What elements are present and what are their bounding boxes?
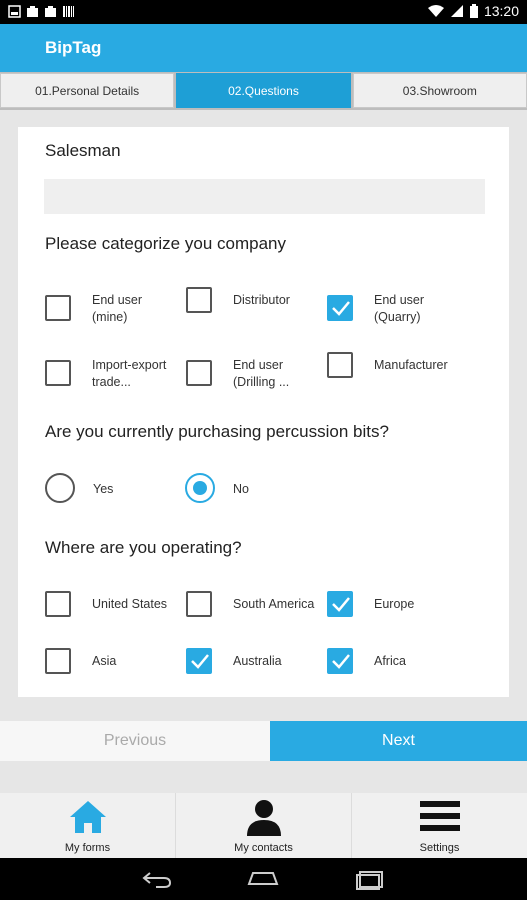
- checkbox-end-user-mine[interactable]: [45, 295, 71, 321]
- bottom-nav: My forms My contacts Settings: [0, 793, 527, 858]
- previous-button[interactable]: Previous: [0, 721, 270, 761]
- option-label: Import-export trade...: [92, 358, 167, 389]
- salesman-input[interactable]: [44, 179, 485, 214]
- option-label: Asia: [92, 654, 117, 668]
- checkbox-manufacturer[interactable]: [327, 352, 353, 378]
- option-label: No: [233, 482, 249, 496]
- checkbox-end-user-quarry[interactable]: [327, 295, 353, 321]
- step-tabs: 01.Personal Details 02.Questions 03.Show…: [0, 72, 527, 110]
- signal-icon: [450, 5, 463, 17]
- checkmark-icon: [332, 301, 350, 316]
- radio-no[interactable]: [185, 473, 215, 503]
- nav-label: My contacts: [234, 842, 293, 854]
- tab-questions[interactable]: 02.Questions: [176, 73, 351, 108]
- battery-icon: [469, 4, 478, 18]
- salesman-label: Salesman: [45, 141, 121, 160]
- checkbox-africa[interactable]: [327, 648, 353, 674]
- notification-icon: [8, 5, 21, 18]
- menu-icon: [419, 801, 460, 831]
- checkbox-europe[interactable]: [327, 591, 353, 617]
- checkmark-icon: [332, 654, 350, 669]
- wifi-icon: [427, 4, 444, 17]
- option-label: South America: [233, 597, 315, 611]
- questions-card: Salesman Please categorize you company E…: [18, 127, 509, 697]
- option-label: Africa: [374, 654, 406, 668]
- option-label: End user (mine): [92, 293, 143, 324]
- option-label: Yes: [93, 482, 114, 496]
- nav-label: My forms: [64, 842, 111, 854]
- tab-personal-details[interactable]: 01.Personal Details: [0, 73, 175, 108]
- nav-my-contacts[interactable]: My contacts: [176, 793, 352, 858]
- notification-icon: [45, 6, 56, 17]
- nav-label: Settings: [419, 842, 460, 854]
- status-bar: 13:20: [0, 0, 527, 24]
- option-label: Distributor: [233, 293, 290, 307]
- tab-showroom[interactable]: 03.Showroom: [352, 73, 527, 108]
- categorize-label: Please categorize you company: [45, 234, 286, 253]
- app-bar: BipTag: [0, 24, 527, 72]
- barcode-icon: [63, 6, 74, 17]
- option-label: End user (Quarry): [374, 293, 425, 324]
- status-time: 13:20: [483, 3, 519, 19]
- checkbox-distributor[interactable]: [186, 287, 212, 313]
- purchasing-label: Are you currently purchasing percussion …: [45, 422, 389, 441]
- option-label: United States: [92, 597, 168, 611]
- notification-icon: [27, 6, 38, 17]
- checkbox-united-states[interactable]: [45, 591, 71, 617]
- person-icon: [246, 800, 281, 836]
- checkbox-south-america[interactable]: [186, 591, 212, 617]
- operating-label: Where are you operating?: [45, 538, 242, 557]
- checkbox-import-export[interactable]: [45, 360, 71, 386]
- checkbox-australia[interactable]: [186, 648, 212, 674]
- radio-yes[interactable]: [45, 473, 75, 503]
- back-icon[interactable]: [142, 870, 172, 888]
- checkmark-icon: [191, 654, 209, 669]
- home-button-icon[interactable]: [247, 870, 279, 886]
- home-icon: [69, 801, 106, 833]
- recent-apps-icon[interactable]: [356, 870, 386, 890]
- option-label: Europe: [374, 597, 415, 611]
- checkbox-asia[interactable]: [45, 648, 71, 674]
- nav-settings[interactable]: Settings: [352, 793, 527, 858]
- next-button[interactable]: Next: [270, 721, 527, 761]
- option-label: Manufacturer: [374, 358, 448, 372]
- system-nav-bar: [0, 858, 527, 900]
- checkbox-end-user-drilling[interactable]: [186, 360, 212, 386]
- app-title: BipTag: [45, 38, 102, 57]
- option-label: End user (Drilling ...: [233, 358, 290, 389]
- option-label: Australia: [233, 654, 282, 668]
- radio-dot: [193, 481, 207, 495]
- checkmark-icon: [332, 597, 350, 612]
- nav-my-forms[interactable]: My forms: [0, 793, 176, 858]
